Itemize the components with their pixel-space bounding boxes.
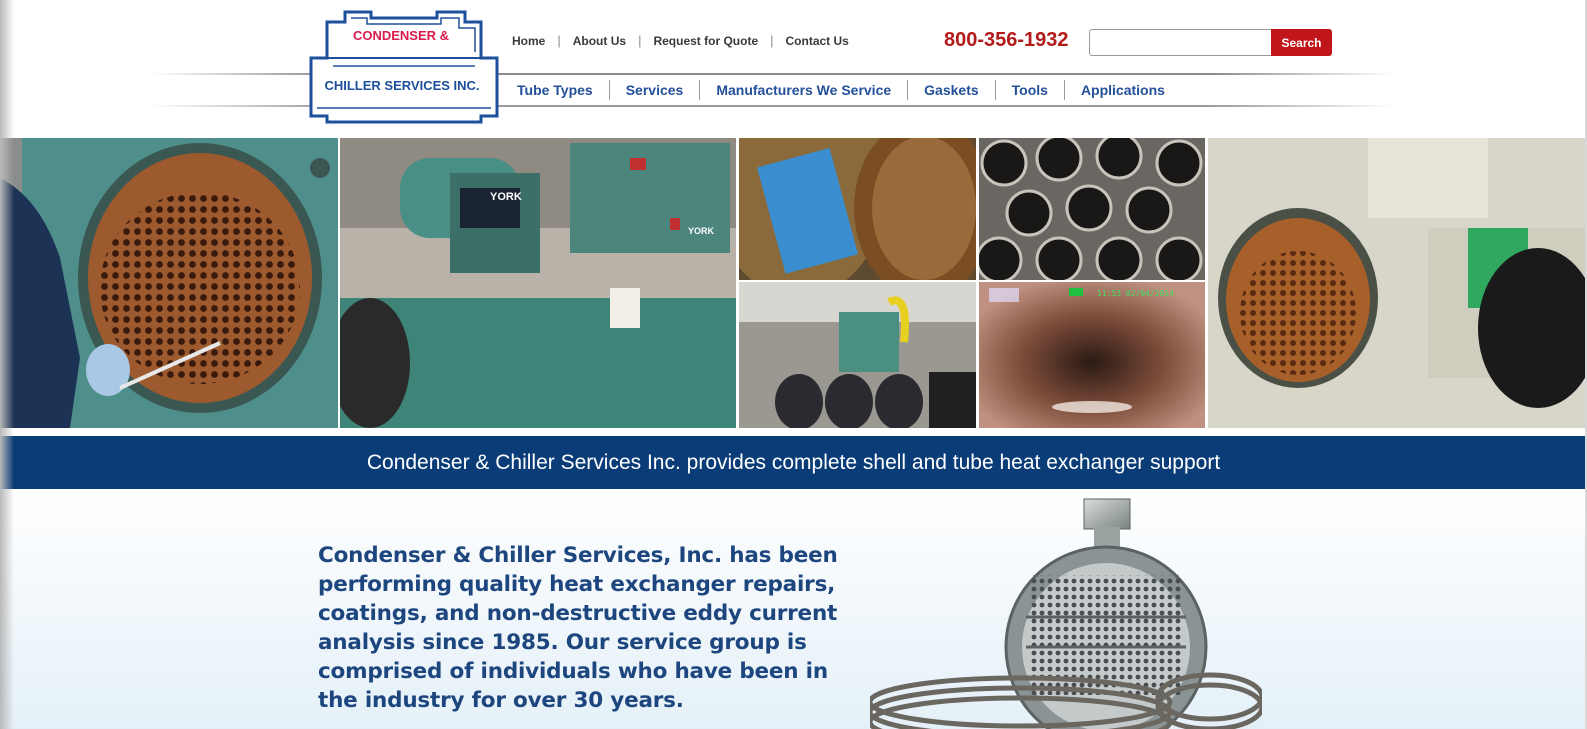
york-label: YORK [490,191,522,203]
chiller-room-photo [739,282,976,428]
main-nav: Tube Types Services Manufacturers We Ser… [517,80,1165,100]
main-nav-divider [699,80,701,100]
company-logo[interactable]: CONDENSER & CHILLER SERVICES INC. [305,8,503,130]
main-nav-divider [994,80,996,100]
tube-bundle-interior-photo [739,138,976,280]
nav-contact-link[interactable]: Contact Us [786,34,849,48]
tube-ends-closeup-photo [979,138,1205,280]
tube-sheet-inspection-photo [0,138,338,428]
utility-nav: Home | About Us | Request for Quote | Co… [512,33,849,48]
nav-about-link[interactable]: About Us [573,34,626,48]
search-input[interactable] [1089,29,1272,56]
main-nav-tools[interactable]: Tools [1012,82,1048,98]
hero-photo-collage: YORK YORK 11:53 02/04/2014 [0,137,1587,429]
page-shadow-left [0,0,14,729]
main-nav-services[interactable]: Services [626,82,684,98]
camera-timestamp: 11:53 02/04/2014 [1097,289,1174,298]
main-nav-divider [608,80,610,100]
main-nav-manufacturers[interactable]: Manufacturers We Service [716,82,891,98]
tube-camera-inspection-photo: 11:53 02/04/2014 [979,282,1205,428]
search-button[interactable]: Search [1271,29,1332,56]
nav-divider: | [557,33,561,48]
heat-exchanger-image [867,497,1265,729]
main-nav-tube-types[interactable]: Tube Types [517,82,593,98]
intro-section: Condenser & Chiller Services, Inc. has b… [0,489,1587,729]
nav-divider: | [638,33,642,48]
tagline-text: Condenser & Chiller Services Inc. provid… [366,450,1221,474]
nav-divider: | [770,33,774,48]
phone-number[interactable]: 800-356-1932 [944,29,1069,52]
main-nav-applications[interactable]: Applications [1081,82,1165,98]
main-nav-gaskets[interactable]: Gaskets [924,82,978,98]
corroded-tube-sheet-photo [1208,138,1587,428]
york-label-small: YORK [688,226,715,236]
york-chiller-photo: YORK YORK [340,138,736,428]
site-header: CONDENSER & CHILLER SERVICES INC. Home |… [0,0,1587,137]
logo-line-1: CONDENSER & [353,28,449,43]
tagline-banner: Condenser & Chiller Services Inc. provid… [0,436,1587,489]
intro-paragraph: Condenser & Chiller Services, Inc. has b… [318,543,838,713]
logo-line-2: CHILLER SERVICES INC. [324,78,479,93]
nav-quote-link[interactable]: Request for Quote [653,34,758,48]
nav-home-link[interactable]: Home [512,34,545,48]
main-nav-divider [1063,80,1065,100]
main-nav-divider [907,80,909,100]
